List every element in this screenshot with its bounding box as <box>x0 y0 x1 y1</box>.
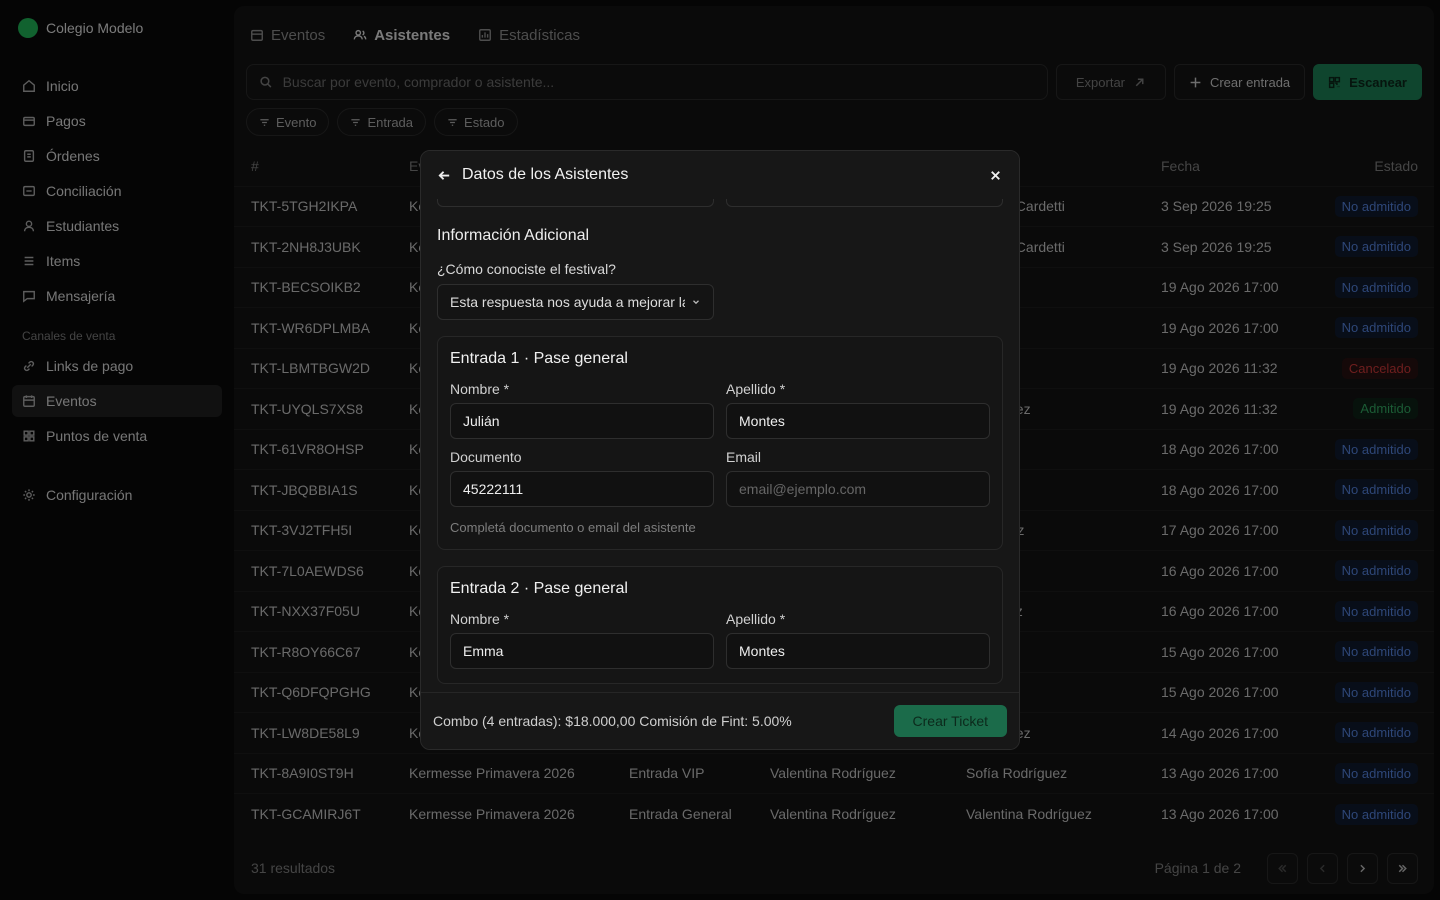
chevron-down-icon <box>693 300 699 305</box>
previous-input[interactable] <box>726 199 1003 207</box>
back-arrow-icon[interactable] <box>437 168 452 183</box>
ticket-title: Entrada 1 · Pase general <box>450 350 628 367</box>
previous-input[interactable] <box>437 199 714 207</box>
hint-text: Completá documento o email del asistente <box>450 520 696 535</box>
modal-title: Datos de los Asistentes <box>462 166 629 183</box>
order-summary: Combo (4 entradas): $18.000,00 Comisión … <box>433 713 792 729</box>
field-label: Documento <box>450 449 522 465</box>
create-ticket-button[interactable]: Crear Ticket <box>893 705 1007 737</box>
previous-fields <box>437 199 1003 207</box>
section-title: Información Adicional <box>437 227 590 244</box>
last-name-input[interactable] <box>726 403 990 439</box>
document-input[interactable] <box>450 471 714 507</box>
field-label: Nombre * <box>450 611 510 627</box>
close-icon[interactable] <box>988 168 1003 183</box>
ticket-card: Entrada 2 · Pase general Nombre * Apelli… <box>437 566 1003 684</box>
modal-header: Datos de los Asistentes <box>421 151 1019 199</box>
field-label: Apellido * <box>726 611 786 627</box>
first-name-input[interactable] <box>450 403 714 439</box>
field-label: Email <box>726 449 762 465</box>
modal-footer: Combo (4 entradas): $18.000,00 Comisión … <box>421 692 1019 749</box>
first-name-input[interactable] <box>450 633 714 669</box>
question-select[interactable]: Esta respuesta nos ayuda a mejorar la <box>437 284 714 320</box>
field-label: Nombre * <box>450 381 510 397</box>
attendees-modal: Datos de los Asistentes Información Adic… <box>420 150 1020 750</box>
ticket-title: Entrada 2 · Pase general <box>450 580 628 597</box>
field-label: Apellido * <box>726 381 786 397</box>
last-name-input[interactable] <box>726 633 990 669</box>
email-input[interactable] <box>726 471 990 507</box>
modal-body[interactable]: Información Adicional ¿Cómo conociste el… <box>421 199 1019 692</box>
question-label: ¿Cómo conociste el festival? <box>437 261 616 277</box>
select-value: Esta respuesta nos ayuda a mejorar la <box>450 294 685 310</box>
ticket-card: Entrada 1 · Pase general Nombre * Apelli… <box>437 336 1003 550</box>
